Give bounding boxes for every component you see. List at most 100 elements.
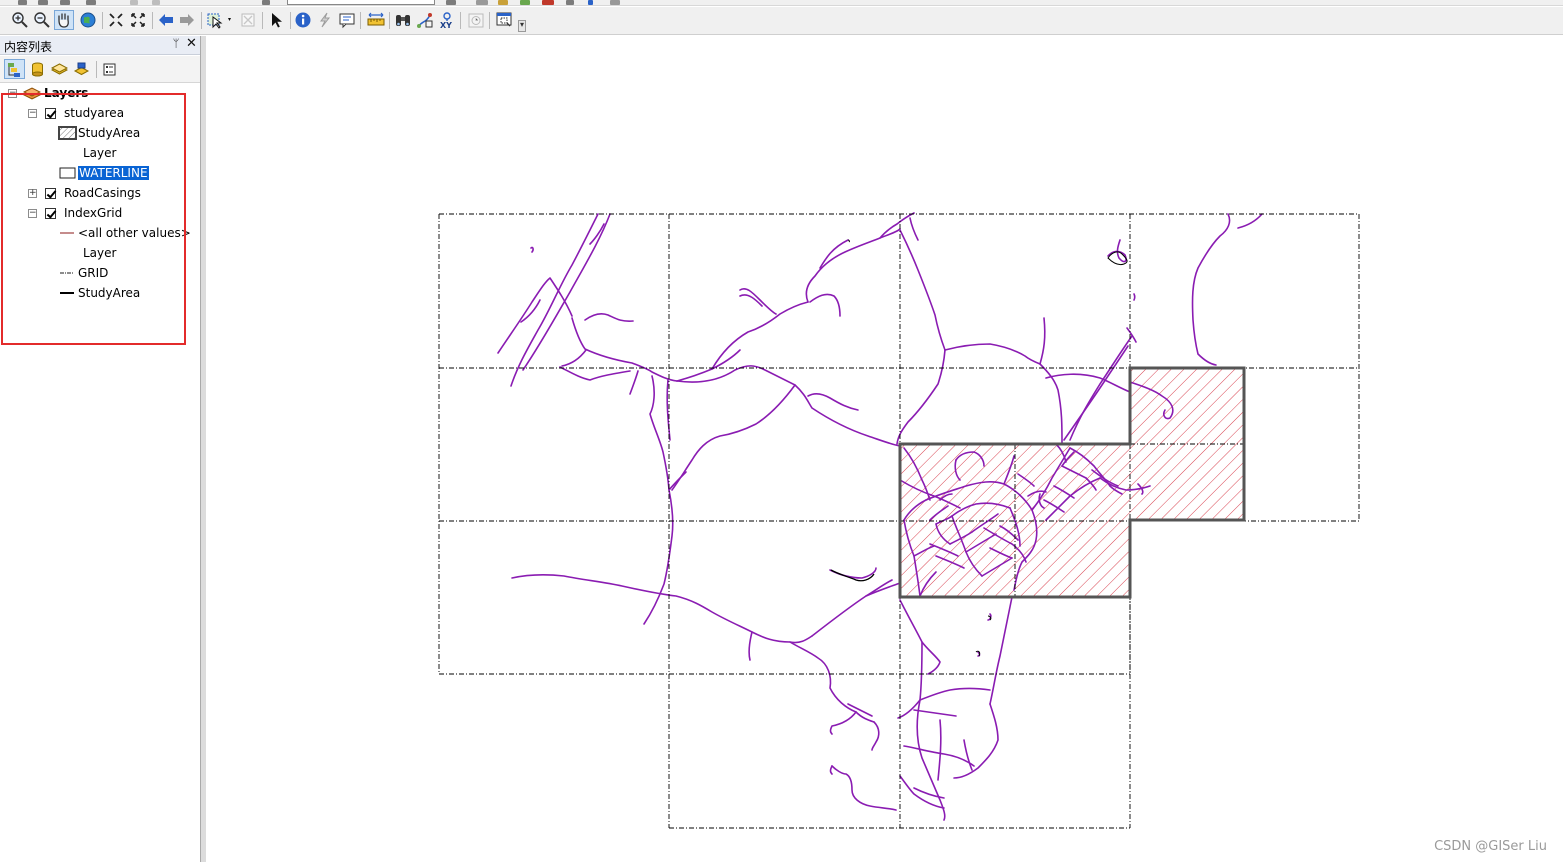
layers-visibility-icon	[51, 62, 68, 75]
database-icon	[32, 62, 43, 76]
fixed-zoom-in-icon	[109, 13, 123, 27]
pan-button[interactable]	[54, 10, 74, 30]
toolbar-stub-icon[interactable]	[262, 0, 270, 5]
find-route-button[interactable]	[415, 10, 435, 30]
find-button[interactable]	[393, 10, 413, 30]
zoom-out-icon	[34, 12, 50, 28]
layers-icon	[23, 87, 41, 100]
studyarea-symbol-label[interactable]: StudyArea	[78, 124, 140, 142]
waterline-feature[interactable]	[847, 239, 850, 243]
layers-root-label[interactable]: Layers	[44, 84, 88, 102]
create-viewer-window-button[interactable]	[494, 10, 514, 30]
go-forward-button[interactable]	[177, 10, 197, 30]
toolbar-stub-icon[interactable]	[18, 0, 27, 5]
toolbar-overflow-button[interactable]: ▾	[518, 20, 526, 32]
studyarea-symbol-label-2: Layer	[83, 146, 117, 160]
toolbar-separator	[489, 12, 490, 29]
list-by-selection-button[interactable]	[71, 59, 92, 79]
watermark-text: CSDN @GISer Liu	[1434, 839, 1547, 854]
html-popup-button[interactable]	[337, 10, 357, 30]
tools-toolbar: XY ▾	[0, 7, 1563, 35]
hyperlink-button[interactable]	[315, 10, 335, 30]
ruler-icon	[367, 12, 385, 26]
close-icon[interactable]: ✕	[185, 36, 198, 53]
clear-selection-button[interactable]	[238, 10, 258, 30]
binoculars-icon	[396, 15, 410, 26]
toc-options-button[interactable]	[99, 59, 120, 79]
studyarea-visibility-checkbox[interactable]	[45, 108, 56, 119]
identify-button[interactable]	[293, 10, 313, 30]
toolbar-stub-icon[interactable]	[476, 0, 488, 5]
select-features-icon	[207, 13, 231, 29]
roadcasings-visibility-checkbox[interactable]	[45, 188, 56, 199]
fixed-zoom-in-button[interactable]	[106, 10, 126, 30]
toolbar-stub-icon[interactable]	[60, 0, 70, 5]
toc-toolbar	[0, 56, 200, 83]
waterline-selected-text[interactable]: WATERLINE	[78, 166, 149, 180]
full-extent-button[interactable]	[78, 10, 98, 30]
collapse-indexgrid-button[interactable]: −	[28, 209, 37, 218]
grid-class-label[interactable]: GRID	[78, 264, 108, 282]
indexgrid-visibility-checkbox[interactable]	[45, 208, 56, 219]
toolbar-stub-icon[interactable]	[610, 0, 620, 5]
map-canvas[interactable]	[206, 36, 1563, 862]
expand-roadcasings-button[interactable]: +	[28, 189, 37, 198]
select-elements-button[interactable]	[266, 10, 286, 30]
all-other-values-label[interactable]: <all other values>	[78, 224, 191, 242]
expander-glyph: −	[29, 208, 37, 218]
waterline-label[interactable]: WATERLINE	[78, 164, 149, 182]
layer-studyarea-label[interactable]: studyarea	[64, 104, 124, 122]
arrow-right-icon	[180, 14, 194, 26]
collapse-layers-button[interactable]: −	[8, 89, 17, 98]
toolbar-stub-icon[interactable]	[566, 0, 574, 5]
studyarea-line-symbol[interactable]	[59, 289, 75, 297]
pointer-arrow-icon	[272, 13, 282, 28]
collapse-studyarea-button[interactable]: −	[28, 109, 37, 118]
zoom-in-button[interactable]	[10, 10, 30, 30]
toolbar-stub-icon[interactable]	[152, 0, 160, 5]
clock-icon	[468, 13, 484, 28]
xy-icon: XY	[440, 12, 452, 29]
toolbar-stub-icon[interactable]	[498, 0, 508, 5]
toolbar-stub-icon[interactable]	[588, 0, 593, 5]
list-by-source-button[interactable]	[27, 59, 48, 79]
toolbar-stub-icon[interactable]	[86, 0, 96, 5]
toolbar-separator	[262, 12, 263, 29]
grid-line-symbol[interactable]	[59, 269, 75, 277]
fixed-zoom-out-icon	[131, 13, 145, 27]
list-by-visibility-button[interactable]	[49, 59, 70, 79]
toolbar-stub-icon[interactable]	[38, 0, 48, 5]
toolbar-stub-icon[interactable]	[542, 0, 554, 5]
list-by-drawing-order-button[interactable]	[4, 59, 25, 79]
scale-input[interactable]	[287, 0, 435, 5]
select-features-button[interactable]	[205, 10, 235, 30]
clear-selection-icon	[241, 13, 255, 27]
popup-icon	[339, 13, 355, 29]
toolbar-separator	[460, 12, 461, 29]
measure-button[interactable]	[366, 10, 386, 30]
toolbar-stub-icon[interactable]	[446, 0, 456, 5]
layer-indexgrid-label[interactable]: IndexGrid	[64, 204, 122, 222]
waterline-fill-symbol[interactable]	[59, 167, 76, 179]
studyarea-class-label[interactable]: StudyArea	[78, 284, 140, 302]
toolbar-top-partial	[0, 0, 1563, 6]
viewer-window-icon	[496, 12, 512, 27]
studyarea-fill-symbol[interactable]	[58, 126, 77, 140]
drawing-order-icon	[8, 62, 20, 77]
layer-roadcasings-label[interactable]: RoadCasings	[64, 184, 141, 202]
go-to-xy-button[interactable]: XY	[437, 10, 457, 30]
expander-glyph: +	[29, 188, 37, 198]
fixed-zoom-out-button[interactable]	[128, 10, 148, 30]
toolbar-separator	[389, 12, 390, 29]
time-slider-button[interactable]	[466, 10, 486, 30]
toc-title: 内容列表	[4, 40, 53, 54]
go-back-button[interactable]	[156, 10, 176, 30]
layer-tree: − Layers − studyarea StudyArea Layer WAT…	[0, 84, 200, 854]
zoom-out-button[interactable]	[32, 10, 52, 30]
pin-icon[interactable]: ᛘ	[170, 37, 182, 53]
toolbar-separator	[290, 12, 291, 29]
map-view[interactable]: CSDN @GISer Liu	[206, 36, 1563, 862]
toolbar-stub-icon[interactable]	[520, 0, 530, 5]
toolbar-stub-icon[interactable]	[130, 0, 138, 5]
other-values-line-symbol[interactable]	[59, 229, 75, 237]
